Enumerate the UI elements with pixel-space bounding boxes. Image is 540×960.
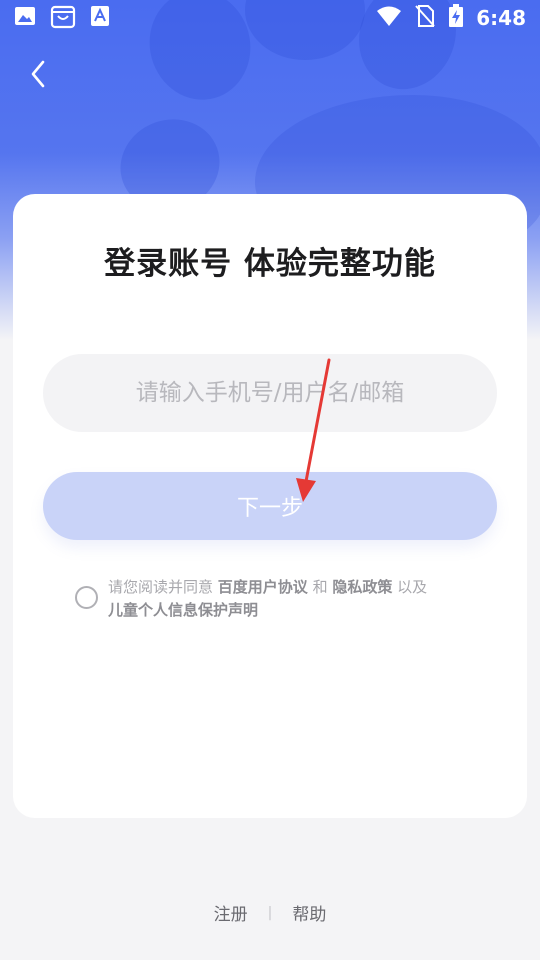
footer-separator: | <box>267 904 273 921</box>
privacy-policy-link[interactable]: 隐私政策 <box>332 578 392 596</box>
child-privacy-link[interactable]: 儿童个人信息保护声明 <box>108 601 258 619</box>
footer-links: 注册 | 帮助 <box>0 900 540 926</box>
register-link[interactable]: 注册 <box>214 900 248 925</box>
user-agreement-link[interactable]: 百度用户协议 <box>218 578 308 596</box>
agreement-checkbox[interactable] <box>75 586 98 609</box>
image-icon <box>14 5 36 31</box>
back-button[interactable] <box>20 56 56 92</box>
page-title: 登录账号 体验完整功能 <box>104 246 436 282</box>
no-sim-icon <box>414 4 436 32</box>
agreement-text: 请您阅读并同意 百度用户协议 和 隐私政策 以及儿童个人信息保护声明 <box>108 576 475 622</box>
account-input-container <box>43 354 497 432</box>
login-card: 登录账号 体验完整功能 下一步 请您阅读并同意 百度用户协议 和 隐私政策 以及… <box>13 194 527 818</box>
chevron-left-icon <box>31 60 45 88</box>
agreement-and: 和 <box>307 578 333 596</box>
store-bag-icon <box>50 3 76 33</box>
status-time: 6:48 <box>476 6 526 30</box>
font-icon <box>90 5 110 31</box>
login-screen: 6:48 登录账号 体验完整功能 下一步 请您阅读并同意 百度用户协议 和 隐私… <box>0 0 540 960</box>
account-input[interactable] <box>43 354 497 432</box>
battery-charging-icon <box>448 4 464 32</box>
next-button[interactable]: 下一步 <box>43 472 497 540</box>
agreement-row: 请您阅读并同意 百度用户协议 和 隐私政策 以及儿童个人信息保护声明 <box>75 576 475 622</box>
help-link[interactable]: 帮助 <box>292 900 326 925</box>
wifi-icon <box>376 5 402 31</box>
status-bar: 6:48 <box>0 0 540 36</box>
agreement-prefix: 请您阅读并同意 <box>108 578 218 596</box>
agreement-also: 以及 <box>392 578 428 596</box>
